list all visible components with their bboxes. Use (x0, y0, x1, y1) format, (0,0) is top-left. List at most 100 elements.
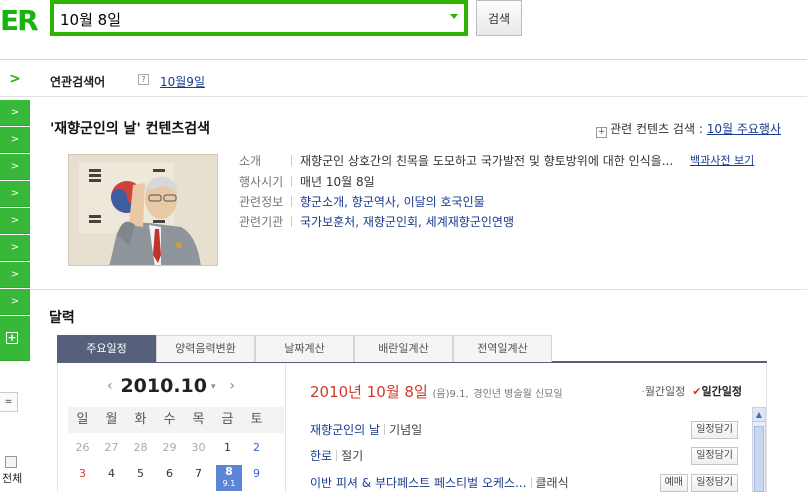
search-button[interactable]: 검색 (476, 0, 522, 36)
reserve-button[interactable]: 예매 (659, 474, 688, 492)
weekday-label: 금 (221, 412, 234, 427)
selected-date-lunar: (음)9.1, (432, 389, 469, 400)
sidebar: > > > > > > > > > + = 전체 (0, 61, 30, 492)
tab-ovulation-calc[interactable]: 배란일계산 (354, 335, 453, 362)
sidebar-item[interactable]: > (0, 154, 30, 180)
calendar-day[interactable]: 30 (184, 441, 213, 454)
search-input[interactable] (60, 9, 430, 29)
sidebar-item[interactable]: > (0, 208, 30, 234)
content-search-section: '재향군인의 날' 컨텐츠검색 + 관련 컨텐츠 검색 : 10월 주요행사 소… (30, 98, 807, 290)
calendar-day[interactable]: 6 (155, 467, 184, 480)
mini-calendar: ‹ 2010.10 ▾ › 일 월 화 수 목 금 토 26 27 28 29 3… (57, 363, 284, 492)
selected-date-ganji: 경인년 병술월 신묘일 (473, 389, 563, 400)
tab-discharge-calc[interactable]: 전역일계산 (453, 335, 552, 362)
event-row: 재향군인의 날 기념일 일정담기 (310, 421, 738, 441)
sidebar-item[interactable]: > (0, 289, 30, 315)
weekday-label: 목 (192, 412, 205, 427)
weekday-label: 토 (250, 412, 263, 427)
sidebar-item[interactable]: > (0, 127, 30, 153)
checkbox-icon (5, 456, 17, 468)
related-search-link[interactable]: 10월9일 (160, 73, 205, 90)
view-toggle: ·월간일정 ✔일간일정 (641, 385, 742, 398)
weekday-label: 월 (105, 412, 118, 427)
calendar-day[interactable]: 27 (97, 441, 126, 454)
event-name[interactable]: 한로 (310, 449, 332, 463)
tab-solar-lunar-convert[interactable]: 양력음력변환 (156, 335, 255, 362)
event-row: 이반 피셔 & 부다페스트 페스티벌 오케스... 클래식 예매 일정담기 (310, 474, 738, 492)
add-schedule-button[interactable]: 일정담기 (691, 447, 738, 465)
related-content-label: 관련 컨텐츠 검색 : (610, 122, 703, 136)
header: ER 검색 (0, 0, 807, 60)
scroll-thumb[interactable] (754, 426, 764, 492)
event-row: 한로 절기 일정담기 (310, 447, 738, 467)
calendar-title: 달력 (49, 310, 75, 326)
calendar-day[interactable]: 26 (68, 441, 97, 454)
sidebar-item[interactable]: > (0, 181, 30, 207)
prev-month-icon[interactable]: ‹ (107, 378, 113, 394)
calendar-day[interactable]: 2 (242, 441, 271, 454)
organization-links[interactable]: 국가보훈처, 재향군인회, 세계재향군인연맹 (300, 215, 514, 229)
event-name[interactable]: 재향군인의 날 (310, 423, 380, 437)
next-month-icon[interactable]: › (229, 378, 235, 394)
related-content-search: + 관련 컨텐츠 검색 : 10월 주요행사 (596, 120, 781, 138)
search-box (50, 0, 468, 36)
add-schedule-button[interactable]: 일정담기 (691, 474, 738, 492)
view-daily-link[interactable]: 일간일정 (702, 385, 742, 398)
info-row-organizations: 관련기관 국가보훈처, 재향군인회, 세계재향군인연맹 (239, 215, 514, 229)
sidebar-item[interactable]: > (0, 100, 30, 126)
plus-icon[interactable]: + (6, 332, 18, 344)
calendar-day[interactable]: 28 (126, 441, 155, 454)
veteran-salute-illustration[interactable] (68, 154, 218, 266)
event-type: 클래식 (535, 476, 569, 490)
content-search-title: '재향군인의 날' 컨텐츠검색 (50, 121, 210, 137)
event-type: 기념일 (389, 423, 423, 437)
schedule-scrollbar[interactable]: ▲ (752, 407, 766, 492)
calendar-day[interactable]: 9 (242, 467, 271, 480)
sidebar-all-label: 전체 (2, 472, 23, 485)
selected-day-number: 8 (225, 465, 233, 478)
schedule-panel: 2010년 10월 8일 (음)9.1, 경인년 병술월 신묘일 ·월간일정 ✔… (285, 363, 767, 492)
weekday-label: 화 (134, 412, 147, 427)
calendar-day[interactable]: 4 (97, 467, 126, 480)
calendar-tabs: 주요일정 양력음력변환 날짜계산 배란일계산 전역일계산 (57, 335, 767, 363)
month-caret-icon[interactable]: ▾ (211, 382, 216, 392)
sidebar-all-toggle[interactable]: 전체 (0, 456, 30, 488)
weekday-header: 일 월 화 수 목 금 토 (68, 407, 284, 433)
month-navigation: ‹ 2010.10 ▾ › (58, 375, 284, 397)
plus-box-icon: + (596, 127, 608, 138)
related-search-bar: 연관검색어 ? 10월9일 (30, 61, 807, 97)
encyclopedia-link[interactable]: 백과사전 보기 (690, 152, 754, 168)
calendar-day[interactable]: 7 (184, 467, 213, 480)
info-row-intro: 소개 재향군인 상호간의 친목을 도모하고 국가발전 및 향토방위에 대한 인식을… (239, 154, 674, 168)
calendar-day[interactable]: 5 (126, 467, 155, 480)
sidebar-plus-panel: + (0, 316, 30, 361)
calendar-day[interactable]: 1 (213, 441, 242, 454)
month-label: 2010.10 (120, 375, 207, 397)
tab-date-calc[interactable]: 날짜계산 (255, 335, 354, 362)
sidebar-small-button[interactable]: = (0, 392, 18, 412)
logo[interactable]: ER (0, 4, 39, 37)
sidebar-item[interactable]: > (0, 235, 30, 261)
info-row-related-info: 관련정보 향군소개, 향군역사, 이달의 호국인물 (239, 195, 485, 209)
selected-day-lunar: 9.1 (222, 479, 236, 488)
weekday-label: 일 (76, 412, 89, 427)
view-monthly-link[interactable]: 월간일정 (645, 385, 685, 398)
calendar-day[interactable]: 3 (68, 467, 97, 480)
help-icon[interactable]: ? (138, 74, 149, 85)
weekday-label: 수 (163, 412, 176, 427)
calendar-day-selected[interactable]: 8 9.1 (216, 465, 242, 491)
sidebar-item[interactable]: > (0, 262, 30, 288)
related-content-link[interactable]: 10월 주요행사 (707, 122, 781, 136)
info-row-date: 행사시기 매년 10월 8일 (239, 175, 375, 189)
tab-main-schedule[interactable]: 주요일정 (57, 335, 156, 362)
calendar-day[interactable]: 29 (155, 441, 184, 454)
event-name[interactable]: 이반 피셔 & 부다페스트 페스티벌 오케스... (310, 476, 527, 490)
sidebar-expand-arrow-icon[interactable]: > (0, 61, 30, 97)
add-schedule-button[interactable]: 일정담기 (691, 421, 738, 439)
selected-date-heading: 2010년 10월 8일 (음)9.1, 경인년 병술월 신묘일 (310, 381, 563, 402)
scroll-up-icon[interactable]: ▲ (753, 408, 765, 422)
chevron-down-icon[interactable] (450, 14, 458, 19)
check-icon: ✔ (692, 385, 702, 398)
related-info-links[interactable]: 향군소개, 향군역사, 이달의 호국인물 (300, 195, 485, 209)
event-type: 절기 (341, 449, 364, 463)
